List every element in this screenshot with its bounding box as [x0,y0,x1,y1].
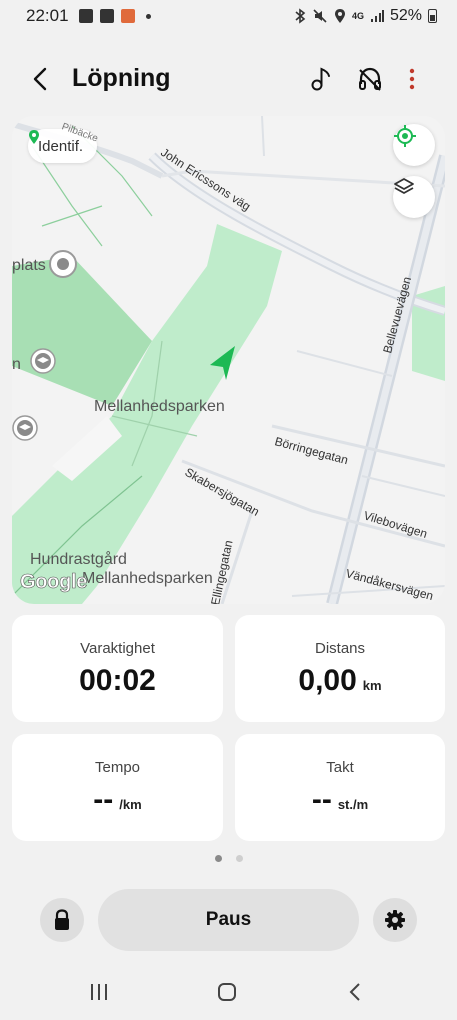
distance-card: Distans 0,00 km [235,615,445,722]
status-time: 22:01 [26,6,69,25]
more-options-button[interactable] [397,64,427,94]
location-icon [334,9,345,23]
pace-value-row: -- /km [12,783,223,817]
park-label: Mellanhedsparken [82,570,213,587]
pause-button[interactable]: Paus [98,889,359,951]
duration-label: Varaktighet [80,640,155,657]
recenter-button[interactable] [393,124,435,166]
back-chevron-icon [349,983,360,1001]
checkbox-icon [78,9,93,23]
distance-value: 0,00 [298,664,357,697]
home-button[interactable] [207,976,247,1008]
system-back-button[interactable] [335,976,375,1008]
pace-label: Tempo [94,759,141,776]
school-marker[interactable] [12,415,38,441]
identify-label: Identif. [38,137,84,155]
place-label: plats [12,257,46,274]
status-bar: 22:01 4G 52% [0,0,457,32]
recents-icon [91,984,107,1000]
app-header: Löpning [0,52,457,104]
cadence-value-row: -- st./m [235,783,445,817]
duration-value-row: 00:02 [12,664,223,698]
home-icon [218,983,236,1001]
settings-button[interactable] [373,898,417,942]
layers-icon [394,178,414,194]
school-marker[interactable] [30,348,56,374]
page-indicator [0,855,457,862]
headphones-button[interactable] [355,64,385,94]
back-arrow-icon [33,67,47,91]
more-vert-icon [409,68,415,90]
gallery-icon [99,9,114,23]
my-location-icon [394,125,416,147]
page-dot[interactable] [235,855,243,862]
bluetooth-icon [295,8,306,24]
route-map[interactable]: Identif. plats n Mellanhedsparken Hundra… [12,116,445,604]
google-logo: Google [20,571,88,594]
distance-label: Distans [314,640,366,657]
map-layers-button[interactable] [393,176,435,218]
pace-value: -- [93,783,114,816]
park-label: Mellanhedsparken [94,398,225,415]
network-type: 4G [351,11,364,21]
system-nav-bar [0,970,457,1014]
cadence-value: -- [311,783,332,816]
music-button[interactable] [306,64,336,94]
back-button[interactable] [26,64,56,94]
poi-marker[interactable] [49,250,77,278]
page-title: Löpning [72,64,171,92]
location-pin-icon [29,130,39,144]
mute-icon [313,9,327,23]
pace-card: Tempo -- /km [12,734,223,841]
place-label: n [12,356,21,373]
gear-icon [385,910,405,930]
distance-value-row: 0,00 km [235,664,445,698]
cadence-unit: st./m [337,797,369,812]
duration-card: Varaktighet 00:02 [12,615,223,722]
duration-value: 00:02 [79,664,156,697]
page-dot-active[interactable] [214,855,222,862]
notification-dot-icon [145,13,151,19]
headphones-icon [359,67,381,91]
battery-percent: 52% [389,7,422,24]
cadence-card: Takt -- st./m [235,734,445,841]
lock-button[interactable] [40,898,84,942]
signal-icon [370,10,384,22]
music-note-icon [311,67,330,91]
battery-icon [428,9,437,23]
lock-icon [55,909,69,930]
distance-unit: km [362,678,382,693]
app-icon [120,9,135,23]
pace-unit: /km [119,797,142,812]
cadence-label: Takt [326,759,354,776]
recent-apps-button[interactable] [79,976,119,1008]
park-label: Hundrastgård [30,551,127,568]
pause-label: Paus [205,909,252,930]
